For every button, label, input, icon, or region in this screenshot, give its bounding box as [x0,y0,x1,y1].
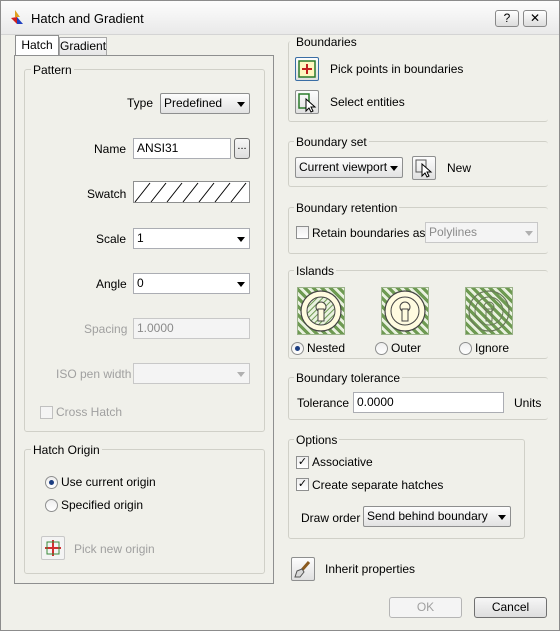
tab-hatch-label: Hatch [21,38,53,52]
specified-origin-radio[interactable] [45,499,58,512]
type-label: Type [127,96,154,110]
islands-title: Islands [294,264,337,278]
tab-gradient-label: Gradient [60,39,107,53]
tab-hatch[interactable]: Hatch [15,35,59,56]
draw-order-dropdown[interactable]: Send behind boundary [363,506,511,527]
units-label: Units [514,396,542,410]
boundary-retention-title: Boundary retention [294,201,400,215]
window-title: Hatch and Gradient [31,11,144,26]
retain-type-value: Polylines [429,225,478,239]
island-outer-radio[interactable] [375,342,388,355]
angle-label: Angle [96,277,127,291]
cross-hatch-checkbox[interactable] [40,406,53,419]
pick-new-origin-label: Pick new origin [74,542,155,556]
chevron-down-icon [237,237,245,242]
use-current-origin-radio[interactable] [45,476,58,489]
tab-gradient[interactable]: Gradient [59,37,107,55]
chevron-down-icon [237,372,245,377]
angle-value: 0 [137,276,144,290]
name-label: Name [94,142,127,156]
tolerance-input[interactable]: 0.0000 [353,392,504,413]
pick-points-button[interactable] [295,57,319,81]
chevron-down-icon [498,515,506,520]
ok-button[interactable]: OK [389,597,462,618]
hatch-origin-title: Hatch Origin [31,443,102,457]
retain-type-dropdown[interactable]: Polylines [425,222,538,243]
cross-hatch-label: Cross Hatch [56,405,123,419]
hatch-tab-panel: Pattern Type Predefined Name ANSI31 ... … [14,55,274,584]
select-cursor-icon [415,159,433,178]
type-dropdown[interactable]: Predefined [160,93,250,114]
associative-checkbox[interactable]: ✓ [296,456,309,469]
name-value: ANSI31 [137,141,179,155]
boundaries-group [288,41,548,122]
name-input[interactable]: ANSI31 [133,138,231,159]
associative-label: Associative [312,455,373,469]
browse-pattern-button[interactable]: ... [234,138,250,159]
retain-boundaries-label: Retain boundaries as [312,226,426,240]
pick-points-icon [298,60,316,78]
island-nested-label: Nested [307,341,346,355]
crosshair-icon [45,540,61,556]
outer-keyhole-icon [384,290,426,332]
scale-label: Scale [96,232,127,246]
spacing-label: Spacing [84,322,128,336]
ignore-keyhole-icon [468,290,510,332]
inherit-properties-label: Inherit properties [325,562,416,576]
pick-points-label: Pick points in boundaries [330,62,464,76]
separate-hatches-label: Create separate hatches [312,478,444,492]
draw-order-value: Send behind boundary [367,509,488,523]
spacing-value: 1.0000 [137,321,174,335]
inherit-properties-button[interactable] [291,557,315,581]
cancel-button[interactable]: Cancel [474,597,547,618]
iso-pen-width-label: ISO pen width [56,367,132,381]
pick-new-origin-button[interactable] [41,536,65,560]
chevron-down-icon [237,282,245,287]
scale-value: 1 [137,231,144,245]
select-entities-icon [298,93,317,113]
pattern-group-title: Pattern [31,63,74,77]
tolerance-value: 0.0000 [357,395,394,409]
new-boundary-set-button[interactable] [412,156,436,180]
island-outer-label: Outer [391,341,422,355]
boundary-set-title: Boundary set [294,135,369,149]
app-icon [11,10,23,24]
boundary-set-value: Current viewport [299,160,388,174]
draw-order-label: Draw order [301,511,361,525]
tolerance-label: Tolerance [297,396,350,410]
chevron-down-icon [390,166,398,171]
swatch-label: Swatch [87,187,127,201]
island-ignore-radio[interactable] [459,342,472,355]
specified-origin-label: Specified origin [61,498,144,512]
angle-combo[interactable]: 0 [133,273,250,294]
island-nested-preview[interactable] [297,287,345,335]
type-value: Predefined [164,96,223,110]
new-boundary-set-label: New [447,161,472,175]
title-bar: Hatch and Gradient ? ✕ [1,1,559,35]
boundary-set-dropdown[interactable]: Current viewport [295,157,403,178]
select-entities-button[interactable] [295,90,319,114]
scale-combo[interactable]: 1 [133,228,250,249]
island-nested-radio[interactable] [291,342,304,355]
retain-boundaries-checkbox[interactable] [296,226,309,239]
pattern-swatch[interactable] [133,181,250,203]
island-ignore-preview[interactable] [465,287,513,335]
paintbrush-icon [294,561,311,578]
island-ignore-label: Ignore [475,341,510,355]
spacing-input[interactable]: 1.0000 [133,318,250,339]
island-outer-preview[interactable] [381,287,429,335]
options-title: Options [294,433,340,447]
close-button[interactable]: ✕ [523,10,547,27]
hatch-and-gradient-dialog: Hatch and Gradient ? ✕ Hatch Gradient Pa… [0,0,560,631]
select-entities-label: Select entities [330,95,405,109]
iso-pen-width-dropdown[interactable] [133,363,250,384]
chevron-down-icon [525,231,533,236]
use-current-origin-label: Use current origin [61,475,156,489]
boundary-tolerance-title: Boundary tolerance [294,371,403,385]
nested-keyhole-icon [300,290,342,332]
boundaries-title: Boundaries [294,35,359,49]
chevron-down-icon [237,102,245,107]
help-button[interactable]: ? [495,10,519,27]
separate-hatches-checkbox[interactable]: ✓ [296,478,309,491]
